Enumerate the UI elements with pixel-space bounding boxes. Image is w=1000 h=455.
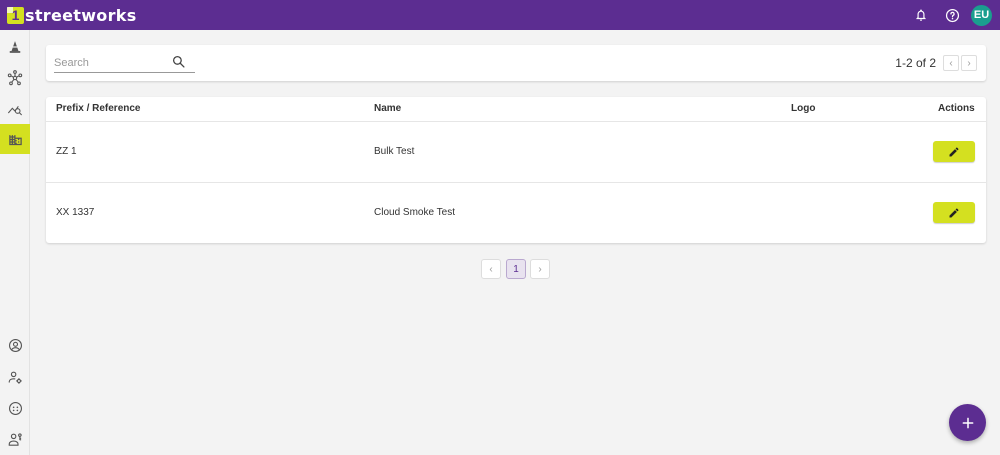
results-range: 1-2 of 2 — [895, 56, 936, 70]
prev-page-button[interactable]: ‹ — [943, 55, 959, 71]
account-icon — [8, 338, 22, 352]
next-page-button[interactable]: › — [961, 55, 977, 71]
sidebar-item-account[interactable] — [0, 330, 30, 360]
cone-icon — [9, 41, 21, 53]
pagination-next-button[interactable]: › — [530, 259, 550, 279]
logo-text: streetworks — [25, 5, 137, 25]
sidebar-item-organisations[interactable] — [0, 124, 30, 154]
pencil-icon — [949, 146, 959, 156]
sidebar-item-network[interactable] — [0, 63, 30, 93]
table-row[interactable]: ZZ 1 Bulk Test — [46, 122, 986, 183]
top-app-bar: 1 streetworks EU — [0, 0, 1000, 30]
user-settings-icon — [8, 371, 22, 384]
row-name: Bulk Test — [374, 146, 415, 157]
chevron-right-icon: › — [967, 57, 971, 69]
pagination-page-1[interactable]: 1 — [506, 259, 526, 279]
chevron-left-icon: ‹ — [949, 57, 953, 69]
sidebar — [0, 30, 30, 455]
help-icon[interactable] — [943, 6, 961, 24]
sidebar-item-face[interactable] — [0, 393, 30, 423]
add-button[interactable]: + — [949, 404, 986, 441]
row-prefix: ZZ 1 — [56, 146, 77, 157]
user-avatar[interactable]: EU — [971, 4, 992, 26]
logo-mark: 1 — [7, 6, 24, 24]
app-logo[interactable]: 1 streetworks — [7, 6, 137, 25]
edit-button[interactable] — [933, 202, 975, 223]
search-toolbar: Search 1-2 of 2 ‹ › — [46, 45, 986, 81]
user-key-icon — [8, 432, 22, 446]
plus-icon — [962, 417, 973, 428]
sidebar-item-user-key[interactable] — [0, 424, 30, 454]
sidebar-item-analytics[interactable] — [0, 94, 30, 124]
sidebar-item-cone[interactable] — [0, 32, 30, 62]
search-icon[interactable] — [172, 55, 185, 73]
chevron-right-icon: › — [538, 263, 542, 275]
face-icon — [8, 401, 22, 415]
analytics-search-icon — [7, 106, 23, 116]
column-header-actions: Actions — [938, 103, 975, 114]
table-row[interactable]: XX 1337 Cloud Smoke Test — [46, 183, 986, 244]
bell-icon[interactable] — [912, 6, 930, 24]
row-prefix: XX 1337 — [56, 207, 95, 218]
network-icon — [7, 70, 23, 86]
sidebar-item-user-settings[interactable] — [0, 362, 30, 392]
building-icon — [8, 134, 22, 145]
column-header-logo: Logo — [791, 103, 816, 114]
column-header-prefix[interactable]: Prefix / Reference — [56, 103, 141, 114]
row-name: Cloud Smoke Test — [374, 207, 455, 218]
edit-button[interactable] — [933, 141, 975, 162]
pencil-icon — [949, 207, 959, 217]
chevron-left-icon: ‹ — [489, 263, 493, 275]
column-header-name[interactable]: Name — [374, 103, 401, 114]
organisations-table: Prefix / Reference Name Logo Actions ZZ … — [46, 97, 986, 243]
pagination-prev-button[interactable]: ‹ — [481, 259, 501, 279]
